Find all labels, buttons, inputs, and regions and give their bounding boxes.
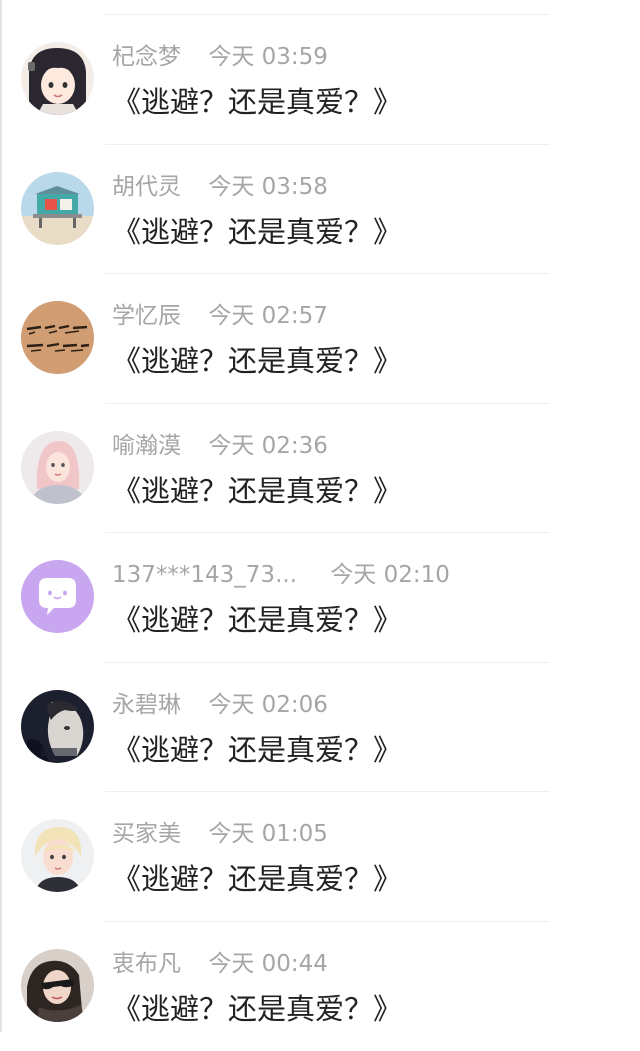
beach-hut-avatar-icon — [21, 172, 94, 245]
meta-line: 永碧琳 今天 02:06 — [112, 688, 328, 722]
message-time: 今天 03:59 — [208, 40, 328, 74]
message-text[interactable]: 《逃避？还是真爱？》 — [112, 82, 402, 122]
list-item[interactable]: 喻瀚漠 今天 02:36 《逃避？还是真爱？》 — [0, 404, 640, 534]
message-text[interactable]: 《逃避？还是真爱？》 — [112, 859, 402, 899]
avatar[interactable] — [21, 560, 94, 633]
message-time: 今天 02:57 — [208, 299, 328, 333]
message-time: 今天 02:36 — [208, 429, 328, 463]
meta-line: 衷布凡 今天 00:44 — [112, 947, 328, 981]
message-time: 今天 01:05 — [208, 817, 328, 851]
message-text[interactable]: 《逃避？还是真爱？》 — [112, 600, 402, 640]
sender-name[interactable]: 买家美 — [112, 817, 181, 851]
meta-line: 喻瀚漠 今天 02:36 — [112, 429, 328, 463]
sender-name[interactable]: 衷布凡 — [112, 947, 181, 981]
sender-name[interactable]: 胡代灵 — [112, 170, 181, 204]
dark-portrait-avatar-icon — [21, 690, 94, 763]
sender-name[interactable]: 杞念梦 — [112, 40, 181, 74]
list-item[interactable]: 买家美 今天 01:05 《逃避？还是真爱？》 — [0, 792, 640, 922]
avatar[interactable] — [21, 172, 94, 245]
message-text[interactable]: 《逃避？还是真爱？》 — [112, 471, 402, 511]
list-item[interactable]: 137***143_73... 今天 02:10 《逃避？还是真爱？》 — [0, 533, 640, 663]
default-chat-bubble-avatar-icon — [21, 560, 94, 633]
meta-line: 137***143_73... 今天 02:10 — [112, 558, 450, 592]
message-time: 今天 00:44 — [208, 947, 328, 981]
avatar[interactable] — [21, 949, 94, 1022]
sunglasses-avatar-icon — [21, 949, 94, 1022]
message-time: 今天 03:58 — [208, 170, 328, 204]
message-time: 今天 02:06 — [208, 688, 328, 722]
message-text[interactable]: 《逃避？还是真爱？》 — [112, 989, 402, 1029]
meta-line: 学忆辰 今天 02:57 — [112, 299, 328, 333]
list-item[interactable]: 学忆辰 今天 02:57 《逃避？还是真爱？》 — [0, 274, 640, 404]
blonde-boy-avatar-icon — [21, 819, 94, 892]
meta-line: 胡代灵 今天 03:58 — [112, 170, 328, 204]
list-item[interactable]: 杞念梦 今天 03:59 《逃避？还是真爱？》 — [0, 15, 640, 145]
sender-name[interactable]: 喻瀚漠 — [112, 429, 181, 463]
sender-name[interactable]: 学忆辰 — [112, 299, 181, 333]
avatar[interactable] — [21, 690, 94, 763]
avatar[interactable] — [21, 42, 94, 115]
avatar[interactable] — [21, 301, 94, 374]
message-text[interactable]: 《逃避？还是真爱？》 — [112, 341, 402, 381]
list-item[interactable]: 胡代灵 今天 03:58 《逃避？还是真爱？》 — [0, 145, 640, 275]
avatar[interactable] — [21, 819, 94, 892]
message-text[interactable]: 《逃避？还是真爱？》 — [112, 212, 402, 252]
meta-line: 买家美 今天 01:05 — [112, 817, 328, 851]
handwriting-avatar-icon — [21, 301, 94, 374]
message-list: 杞念梦 今天 03:59 《逃避？还是真爱？》 胡代灵 今天 03:58 《逃 — [0, 15, 640, 1051]
sender-name[interactable]: 永碧琳 — [112, 688, 181, 722]
sender-name[interactable]: 137***143_73... — [112, 558, 297, 592]
message-text[interactable]: 《逃避？还是真爱？》 — [112, 730, 402, 770]
anime-girl-avatar-icon — [21, 42, 94, 115]
pink-hair-girl-avatar-icon — [21, 431, 94, 504]
avatar[interactable] — [21, 431, 94, 504]
meta-line: 杞念梦 今天 03:59 — [112, 40, 328, 74]
list-item[interactable]: 永碧琳 今天 02:06 《逃避？还是真爱？》 — [0, 663, 640, 793]
message-time: 今天 02:10 — [330, 558, 450, 592]
